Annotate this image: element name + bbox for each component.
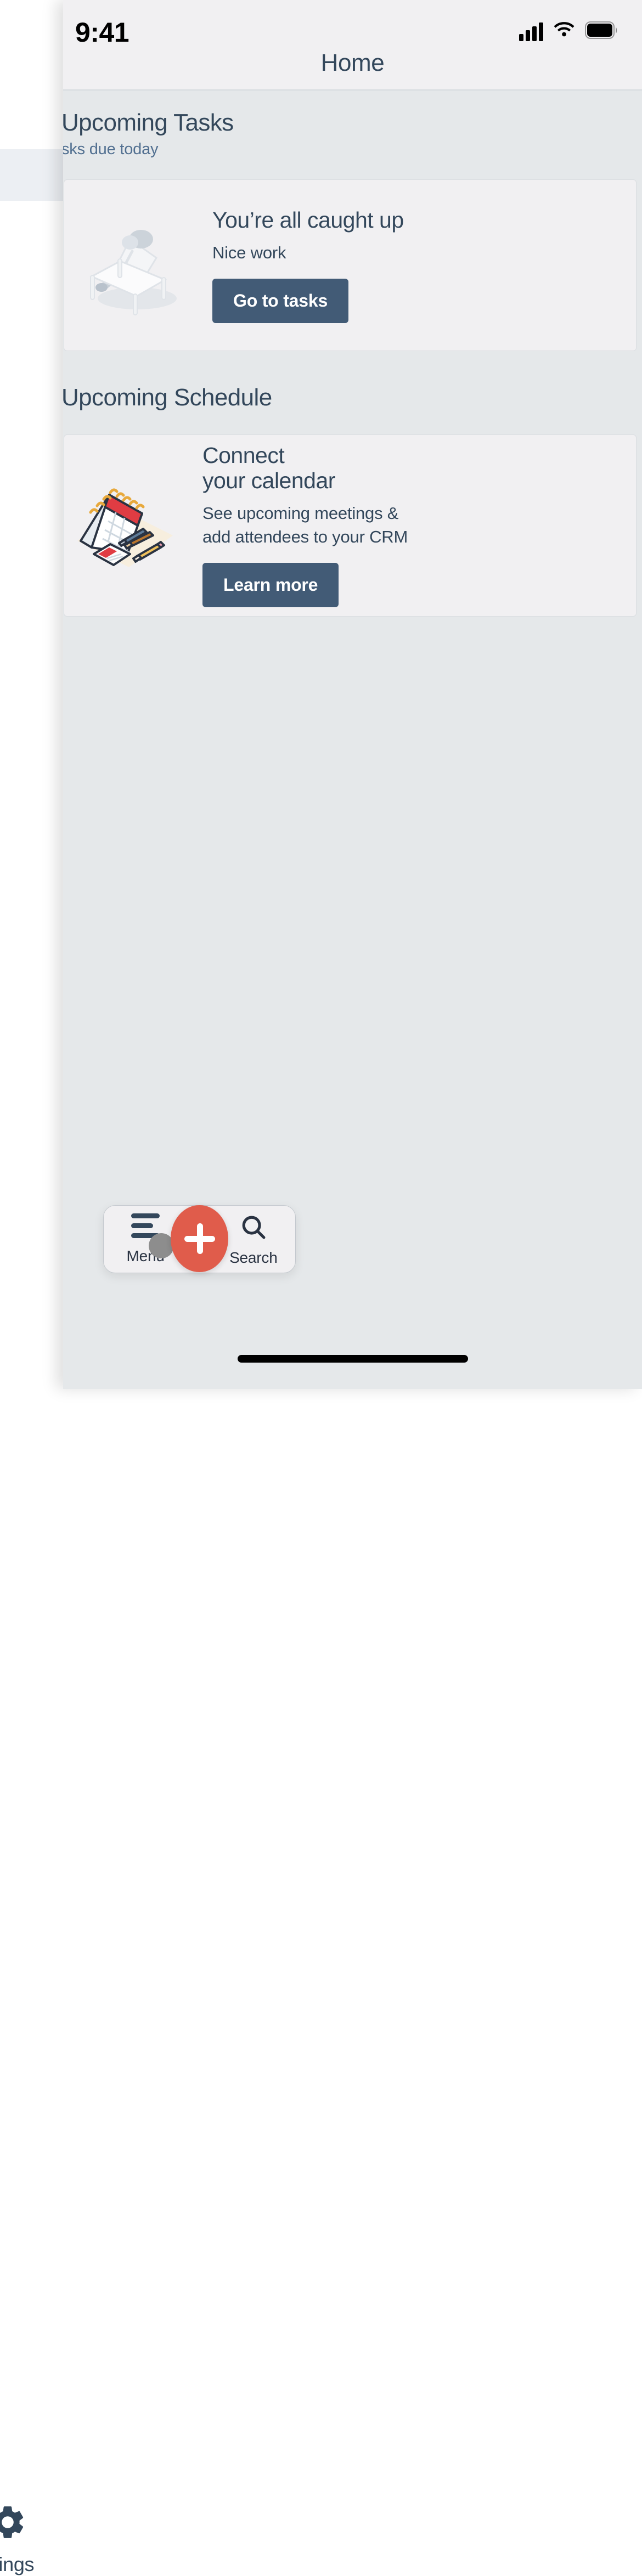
section-upcoming-schedule-header: Upcoming Schedule — [63, 351, 642, 411]
create-button[interactable] — [171, 1205, 228, 1272]
card-subtitle-line1: See upcoming meetings & — [202, 504, 399, 523]
cellular-signal-icon — [519, 22, 543, 41]
go-to-tasks-button[interactable]: Go to tasks — [212, 278, 349, 323]
nav-item-search[interactable]: Search — [228, 1212, 279, 1267]
battery-full-icon — [585, 21, 619, 42]
section-subtitle: sks due today — [63, 140, 159, 159]
card-subtitle: Nice work — [212, 242, 286, 262]
nav-item-menu[interactable]: Menu — [120, 1213, 174, 1265]
wifi-icon — [552, 21, 576, 42]
status-bar-icons — [519, 21, 619, 42]
status-bar-clock: 9:41 — [75, 17, 129, 48]
section-title: Upcoming Schedule — [63, 384, 272, 411]
plus-icon — [184, 1223, 215, 1254]
nav-header: Home — [63, 49, 642, 91]
page-title: Home — [320, 49, 385, 76]
avatar-badge-icon — [149, 1233, 174, 1258]
card-title-line2: your calendar — [202, 468, 335, 494]
card-connect-calendar[interactable]: Connect your calendar See upcoming meeti… — [64, 434, 637, 617]
drawer-settings-label: ttings — [0, 2553, 35, 2575]
card-title-line1: Connect — [202, 443, 285, 468]
gear-icon — [0, 2502, 27, 2542]
scroll-content[interactable]: Upcoming Tasks sks due today You’re all … — [63, 91, 642, 1389]
section-title: Upcoming Tasks — [63, 109, 234, 136]
nav-item-search-label: Search — [229, 1249, 278, 1266]
section-upcoming-tasks-header: Upcoming Tasks sks due today — [63, 91, 642, 159]
bottom-navigation-bar: Menu Search — [103, 1205, 296, 1273]
learn-more-button[interactable]: Learn more — [202, 562, 339, 607]
desk-calendar-pens-notepad-illustration — [70, 471, 179, 580]
person-relaxing-lounge-chair-illustration — [80, 211, 189, 320]
app-content-panel: 9:41 Home Upcoming Tasks sks due today Y… — [63, 0, 642, 1389]
card-subtitle-line2: add attendees to your CRM — [202, 527, 408, 546]
card-all-caught-up[interactable]: You’re all caught up Nice work Go to tas… — [64, 179, 637, 352]
search-icon — [239, 1212, 268, 1245]
home-indicator — [237, 1355, 468, 1363]
card-title: You’re all caught up — [212, 207, 404, 233]
